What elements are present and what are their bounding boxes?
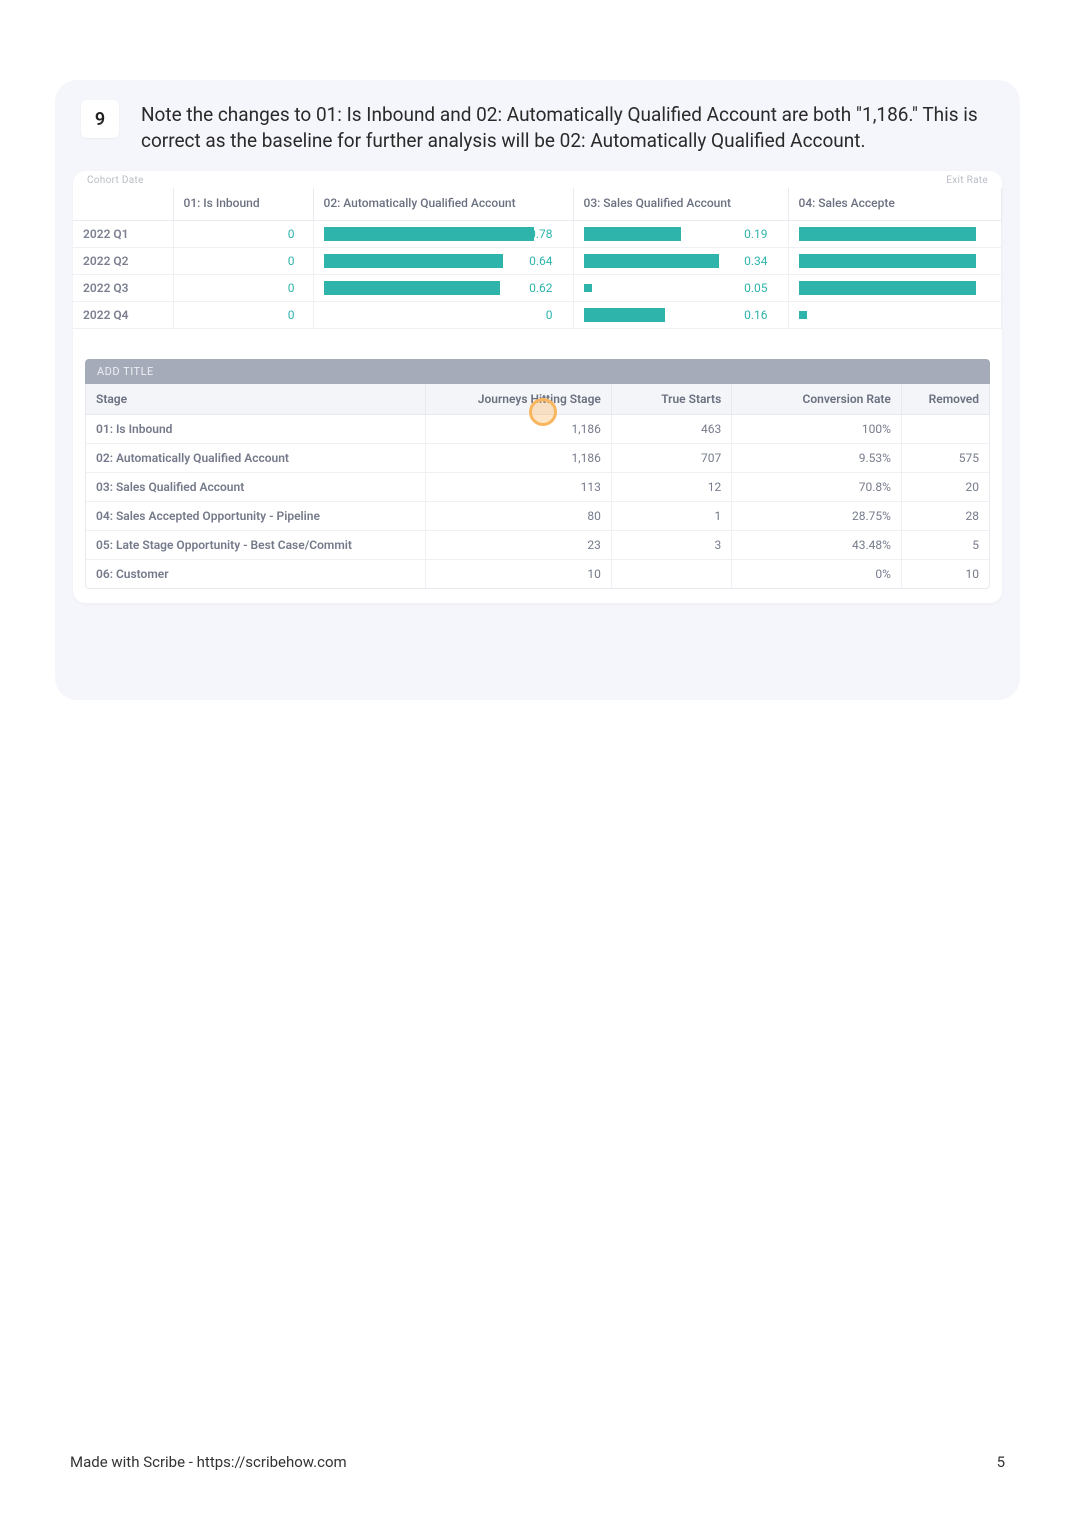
cohort-top-left-label: Cohort Date <box>87 175 144 186</box>
stage-removed-cell: 20 <box>901 473 989 502</box>
stage-name-cell: 04: Sales Accepted Opportunity - Pipelin… <box>86 502 425 531</box>
page-footer: Made with Scribe - https://scribehow.com… <box>70 1453 1005 1471</box>
stage-truestarts-cell: 3 <box>611 531 731 560</box>
cohort-bar-03: 0.19 <box>573 221 788 248</box>
stage-truestarts-cell: 12 <box>611 473 731 502</box>
cohort-period: 2022 Q3 <box>73 275 173 302</box>
cohort-row: 2022 Q200.640.34 <box>73 248 1002 275</box>
footer-page-number: 5 <box>997 1453 1005 1471</box>
stage-journeys-cell: 1,186 <box>425 415 611 444</box>
stage-journeys-cell: 80 <box>425 502 611 531</box>
stage-row: 04: Sales Accepted Opportunity - Pipelin… <box>86 502 989 531</box>
step-description: Note the changes to 01: Is Inbound and 0… <box>141 100 994 153</box>
stage-journeys-cell: 1,186 <box>425 444 611 473</box>
cohort-inbound-value: 0 <box>173 221 313 248</box>
screenshot-panel: Cohort Date Exit Rate 01: Is Inbound 02:… <box>73 171 1002 603</box>
cohort-row: 2022 Q100.780.19 <box>73 221 1002 248</box>
stage-removed-cell <box>901 415 989 444</box>
step-card: 9 Note the changes to 01: Is Inbound and… <box>55 80 1020 700</box>
cohort-bar-02: 0.64 <box>313 248 573 275</box>
stage-name-cell: 01: Is Inbound <box>86 415 425 444</box>
cohort-col-04: 04: Sales Accepte <box>788 188 1002 221</box>
cohort-inbound-value: 0 <box>173 275 313 302</box>
cohort-period: 2022 Q4 <box>73 302 173 329</box>
stage-truestarts-cell: 707 <box>611 444 731 473</box>
stage-name-cell: 02: Automatically Qualified Account <box>86 444 425 473</box>
stage-col-truestarts: True Starts <box>611 384 731 415</box>
stage-truestarts-cell <box>611 560 731 589</box>
cohort-inbound-value: 0 <box>173 302 313 329</box>
cohort-bar-02: 0.78 <box>313 221 573 248</box>
stage-row: 05: Late Stage Opportunity - Best Case/C… <box>86 531 989 560</box>
stage-removed-cell: 575 <box>901 444 989 473</box>
cohort-bar-04 <box>788 275 1002 302</box>
stage-conversion-cell: 28.75% <box>732 502 902 531</box>
stage-name-cell: 05: Late Stage Opportunity - Best Case/C… <box>86 531 425 560</box>
stage-conversion-cell: 9.53% <box>732 444 902 473</box>
stage-row: 02: Automatically Qualified Account1,186… <box>86 444 989 473</box>
cohort-bar-03: 0.16 <box>573 302 788 329</box>
cohort-bar-02: 0.62 <box>313 275 573 302</box>
stage-removed-cell: 5 <box>901 531 989 560</box>
stage-col-stage: Stage <box>86 384 425 415</box>
cohort-row: 2022 Q4000.16 <box>73 302 1002 329</box>
stage-conversion-cell: 100% <box>732 415 902 444</box>
add-title-placeholder[interactable]: ADD TITLE <box>85 359 990 384</box>
step-number-badge: 9 <box>81 100 119 138</box>
stage-truestarts-cell: 1 <box>611 502 731 531</box>
stage-table-wrap: Stage Journeys Hitting Stage True Starts… <box>85 384 990 589</box>
cohort-table: 01: Is Inbound 02: Automatically Qualifi… <box>73 188 1002 329</box>
stage-journeys-cell: 23 <box>425 531 611 560</box>
stage-removed-cell: 28 <box>901 502 989 531</box>
cohort-bar-04 <box>788 248 1002 275</box>
stage-row: 01: Is Inbound1,186463100% <box>86 415 989 444</box>
cohort-row: 2022 Q300.620.05 <box>73 275 1002 302</box>
stage-col-conversion: Conversion Rate <box>732 384 902 415</box>
footer-left: Made with Scribe - https://scribehow.com <box>70 1453 347 1471</box>
cohort-bar-04 <box>788 302 1002 329</box>
stage-col-removed: Removed <box>901 384 989 415</box>
cohort-col-03: 03: Sales Qualified Account <box>573 188 788 221</box>
cohort-col-01: 01: Is Inbound <box>173 188 313 221</box>
stage-conversion-cell: 43.48% <box>732 531 902 560</box>
cohort-period: 2022 Q2 <box>73 248 173 275</box>
cohort-bar-04 <box>788 221 1002 248</box>
stage-col-journeys: Journeys Hitting Stage <box>425 384 611 415</box>
cohort-bar-02: 0 <box>313 302 573 329</box>
cohort-bar-03: 0.34 <box>573 248 788 275</box>
stage-truestarts-cell: 463 <box>611 415 731 444</box>
cohort-inbound-value: 0 <box>173 248 313 275</box>
stage-table: Stage Journeys Hitting Stage True Starts… <box>86 384 989 588</box>
stage-row: 06: Customer100%10 <box>86 560 989 589</box>
cohort-bar-03: 0.05 <box>573 275 788 302</box>
cohort-col-02: 02: Automatically Qualified Account <box>313 188 573 221</box>
cohort-top-right-label: Exit Rate <box>946 175 988 186</box>
stage-conversion-cell: 70.8% <box>732 473 902 502</box>
stage-journeys-cell: 113 <box>425 473 611 502</box>
stage-journeys-cell: 10 <box>425 560 611 589</box>
stage-row: 03: Sales Qualified Account1131270.8%20 <box>86 473 989 502</box>
stage-removed-cell: 10 <box>901 560 989 589</box>
stage-conversion-cell: 0% <box>732 560 902 589</box>
cohort-period: 2022 Q1 <box>73 221 173 248</box>
stage-name-cell: 03: Sales Qualified Account <box>86 473 425 502</box>
stage-name-cell: 06: Customer <box>86 560 425 589</box>
